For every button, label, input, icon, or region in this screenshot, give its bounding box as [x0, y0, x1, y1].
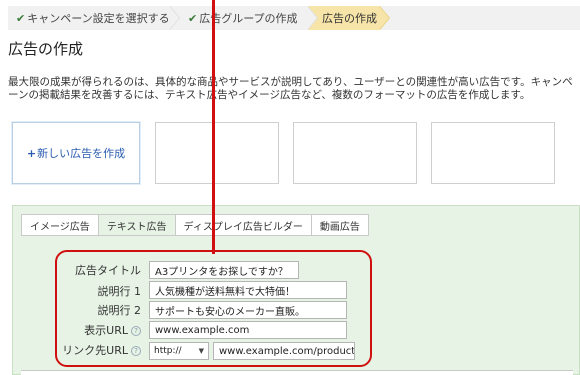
- page-description: 最大限の成果が得られるのは、具体的な商品やサービスが説明してあり、ユーザーとの関…: [8, 76, 573, 101]
- ad-format-tabs: イメージ広告 テキスト広告 ディスプレイ広告ビルダー 動画広告: [21, 214, 369, 236]
- protocol-value: http://: [154, 346, 182, 356]
- display-url-input[interactable]: www.example.com: [149, 321, 347, 339]
- plus-icon: +: [26, 147, 37, 160]
- wizard-step-create-ad: 広告の作成: [308, 6, 390, 30]
- protocol-select[interactable]: http:// ▼: [149, 342, 209, 360]
- desc2-row: 説明行 2: [13, 302, 142, 318]
- ad-template-card[interactable]: [293, 122, 417, 184]
- check-icon: ✔: [16, 11, 26, 25]
- dest-url-label: リンク先URL: [62, 344, 128, 357]
- headline-label: 広告タイトル: [75, 264, 141, 277]
- tab-display-ad-builder[interactable]: ディスプレイ広告ビルダー: [175, 215, 312, 235]
- desc2-input[interactable]: サポートも安心のメーカー直販。: [149, 301, 347, 319]
- display-url-row: 表示URL?: [13, 322, 141, 338]
- desc1-row: 説明行 1: [13, 283, 142, 299]
- headline-row: 広告タイトル: [13, 262, 141, 278]
- step-separator: [307, 6, 318, 30]
- ad-template-card[interactable]: [155, 122, 279, 184]
- wizard-step-label: キャンペーン設定を選択する: [27, 12, 170, 25]
- display-url-label: 表示URL: [84, 324, 128, 337]
- dest-url-row: リンク先URL?: [13, 342, 141, 358]
- tab-image-ad[interactable]: イメージ広告: [22, 215, 99, 235]
- step-separator: [169, 6, 180, 30]
- desc1-label: 説明行 1: [97, 285, 142, 298]
- ad-editor-panel: イメージ広告 テキスト広告 ディスプレイ広告ビルダー 動画広告 広告タイトル 説…: [12, 205, 580, 375]
- help-icon[interactable]: ?: [131, 326, 141, 336]
- chevron-down-icon: ▼: [198, 347, 204, 355]
- new-ad-label: 新しい広告を作成: [37, 147, 126, 160]
- wizard-step-campaign-settings[interactable]: ✔ キャンペーン設定を選択する: [8, 6, 180, 30]
- dest-url-label-wrap: リンク先URL?: [62, 342, 141, 358]
- step-separator: [379, 6, 390, 30]
- display-url-label-wrap: 表示URL?: [84, 322, 141, 338]
- desc2-label: 説明行 2: [97, 304, 142, 317]
- panel-bottom-divider: [21, 370, 573, 375]
- headline-input[interactable]: A3プリンタをお探しですか？: [149, 261, 299, 279]
- ad-template-card[interactable]: [431, 122, 555, 184]
- tab-text-ad[interactable]: テキスト広告: [98, 215, 176, 235]
- annotation-line: [212, 0, 215, 254]
- page-title: 広告の作成: [8, 40, 84, 58]
- wizard-step-ad-group[interactable]: ✔ 広告グループの作成: [170, 6, 318, 30]
- new-ad-card[interactable]: +新しい広告を作成: [12, 122, 140, 184]
- check-icon: ✔: [188, 11, 198, 25]
- wizard-steps: ✔ キャンペーン設定を選択する ✔ 広告グループの作成 広告の作成: [8, 6, 580, 30]
- help-icon[interactable]: ?: [131, 346, 141, 356]
- wizard-step-label: 広告の作成: [322, 12, 377, 25]
- dest-url-input[interactable]: www.example.com/products/pri: [213, 342, 355, 360]
- tab-video-ad[interactable]: 動画広告: [311, 215, 368, 235]
- new-ad-link[interactable]: +新しい広告を作成: [27, 145, 125, 161]
- desc1-input[interactable]: 人気機種が送料無料で大特価！: [149, 281, 347, 299]
